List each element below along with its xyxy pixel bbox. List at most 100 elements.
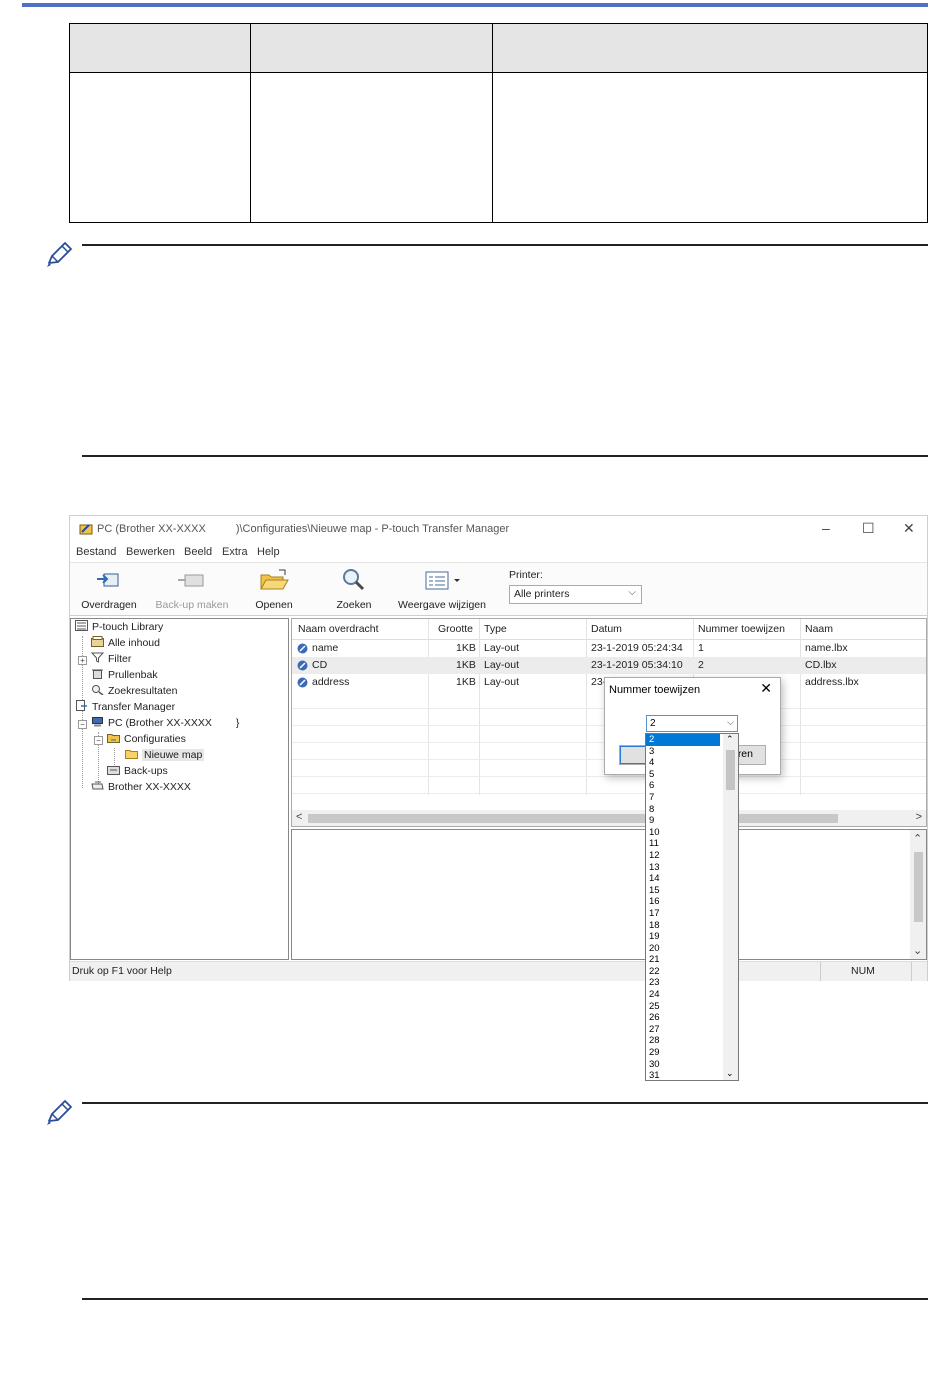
preview-pane: ⌃ ⌄ (291, 829, 927, 960)
tree-label: Configuraties (124, 733, 186, 745)
dropdown-option[interactable]: 23 (646, 977, 720, 989)
collapse-pc-toggle[interactable]: − (78, 720, 87, 729)
menu-bestand[interactable]: Bestand (76, 546, 116, 558)
dropdown-option[interactable]: 29 (646, 1047, 720, 1059)
cell-date: 23-1-2019 05:34:10 (591, 659, 683, 671)
dropdown-option[interactable]: 21 (646, 954, 720, 966)
dropdown-option[interactable]: 18 (646, 920, 720, 932)
dropdown-option[interactable]: 3 (646, 746, 720, 758)
tree-item-pc[interactable]: PC (Brother XX-XXXX} (91, 716, 239, 729)
scroll-thumb[interactable] (914, 852, 923, 922)
scroll-down-icon[interactable]: ⌄ (913, 944, 922, 957)
col-header-name[interactable]: Naam overdracht (298, 623, 379, 635)
tree-item-new-folder[interactable]: Nieuwe map (125, 748, 205, 761)
dropdown-option[interactable]: 13 (646, 862, 720, 874)
cell-file: CD.lbx (805, 659, 837, 671)
scroll-thumb[interactable] (726, 750, 735, 790)
dropdown-option[interactable]: 9 (646, 815, 720, 827)
dropdown-option[interactable]: 26 (646, 1012, 720, 1024)
expand-filter-toggle[interactable]: + (78, 656, 87, 665)
dialog-close-button[interactable]: ✕ (760, 680, 772, 697)
dropdown-option[interactable]: 14 (646, 873, 720, 885)
change-view-label: Weergave wijzigen (398, 599, 486, 611)
close-button[interactable]: ✕ (903, 520, 915, 537)
tree-label: Nieuwe map (142, 749, 205, 761)
dropdown-option[interactable]: 22 (646, 966, 720, 978)
collapse-config-toggle[interactable]: − (94, 736, 103, 745)
dropdown-option[interactable]: 15 (646, 885, 720, 897)
dialog-title: Nummer toewijzen (609, 684, 701, 696)
dropdown-option[interactable]: 24 (646, 989, 720, 1001)
dropdown-option[interactable]: 10 (646, 827, 720, 839)
tree-item-results[interactable]: Zoekresultaten (91, 684, 177, 697)
tree-item-library[interactable]: P-touch Library (75, 620, 163, 633)
resize-grip[interactable] (911, 962, 928, 981)
tree-item-configurations[interactable]: Configuraties (107, 732, 186, 745)
maximize-button[interactable]: ☐ (862, 520, 875, 537)
chevron-down-icon: ⌵ (727, 717, 734, 727)
dropdown-option[interactable]: 11 (646, 838, 720, 850)
tree-item-backups[interactable]: Back-ups (107, 764, 168, 777)
dropdown-option[interactable]: 16 (646, 896, 720, 908)
backup-button[interactable]: Back-up maken (152, 567, 232, 611)
scroll-up-icon[interactable]: ⌃ (913, 832, 922, 845)
tree-item-trash[interactable]: Prullenbak (91, 668, 158, 681)
minimize-button[interactable]: – (822, 520, 830, 536)
dropdown-option[interactable]: 8 (646, 804, 720, 816)
dropdown-option[interactable]: 20 (646, 943, 720, 955)
col-header-type[interactable]: Type (484, 623, 507, 635)
menu-help[interactable]: Help (257, 546, 280, 558)
dropdown-option[interactable]: 19 (646, 931, 720, 943)
col-header-size[interactable]: Grootte (438, 623, 473, 635)
scroll-down-icon[interactable]: ⌄ (726, 1068, 734, 1079)
dropdown-option[interactable]: 17 (646, 908, 720, 920)
search-button[interactable]: Zoeken (332, 567, 376, 611)
dropdown-scrollbar[interactable]: ⌃ ⌄ (723, 734, 738, 1080)
tree-item-brother[interactable]: Brother XX-XXXX (91, 780, 191, 793)
menu-bewerken[interactable]: Bewerken (126, 546, 175, 558)
cell-name: CD (312, 659, 328, 671)
number-combobox[interactable]: 2 ⌵ (646, 715, 738, 732)
col-header-date[interactable]: Datum (591, 623, 622, 635)
dropdown-option[interactable]: 28 (646, 1035, 720, 1047)
tree-item-transfer-manager[interactable]: Transfer Manager (75, 700, 175, 713)
dropdown-option[interactable]: 5 (646, 769, 720, 781)
scroll-thumb[interactable] (308, 814, 838, 823)
tree-label: Back-ups (124, 765, 168, 777)
vertical-scrollbar[interactable]: ⌃ ⌄ (910, 830, 926, 959)
dropdown-option[interactable]: 25 (646, 1001, 720, 1013)
dialog-cancel-button[interactable]: ren (738, 748, 753, 760)
dropdown-option[interactable]: 2 (646, 734, 720, 746)
horizontal-scrollbar[interactable]: < > (292, 810, 926, 826)
col-header-file[interactable]: Naam (805, 623, 833, 635)
change-view-button[interactable]: Weergave wijzigen (396, 567, 488, 611)
menu-beeld[interactable]: Beeld (184, 546, 212, 558)
menu-extra[interactable]: Extra (222, 546, 248, 558)
dropdown-option[interactable]: 30 (646, 1059, 720, 1071)
scroll-left-icon[interactable]: < (296, 811, 302, 823)
dropdown-option[interactable]: 31 (646, 1070, 720, 1080)
dialog-ok-button[interactable] (620, 746, 646, 764)
dropdown-option[interactable]: 7 (646, 792, 720, 804)
search-label: Zoeken (336, 599, 372, 611)
table-row[interactable]: CD 1KB Lay-out 23-1-2019 05:34:10 2 CD.l… (292, 657, 926, 674)
tree-item-filter[interactable]: Filter (91, 652, 131, 665)
tree-label: Zoekresultaten (108, 685, 178, 697)
note-top-rule (82, 1102, 928, 1104)
dropdown-option[interactable]: 6 (646, 780, 720, 792)
folder-tree: + − − P-touch Library Alle inhoud Filter… (70, 618, 289, 960)
tree-item-all[interactable]: Alle inhoud (91, 636, 160, 649)
dropdown-option[interactable]: 12 (646, 850, 720, 862)
transfer-button[interactable]: Overdragen (80, 567, 138, 611)
dropdown-option[interactable]: 27 (646, 1024, 720, 1036)
printer-icon (91, 781, 104, 790)
open-button[interactable]: Openen (252, 567, 296, 611)
note-pencil-icon (47, 242, 72, 267)
list-header: Naam overdracht Grootte Type Datum Numme… (292, 619, 926, 640)
printer-select[interactable]: Alle printers ⌵ (509, 585, 642, 604)
dropdown-option[interactable]: 4 (646, 757, 720, 769)
scroll-right-icon[interactable]: > (916, 811, 922, 823)
col-header-number[interactable]: Nummer toewijzen (698, 623, 785, 635)
table-row[interactable]: name 1KB Lay-out 23-1-2019 05:24:34 1 na… (292, 640, 926, 657)
scroll-up-icon[interactable]: ⌃ (726, 734, 734, 745)
